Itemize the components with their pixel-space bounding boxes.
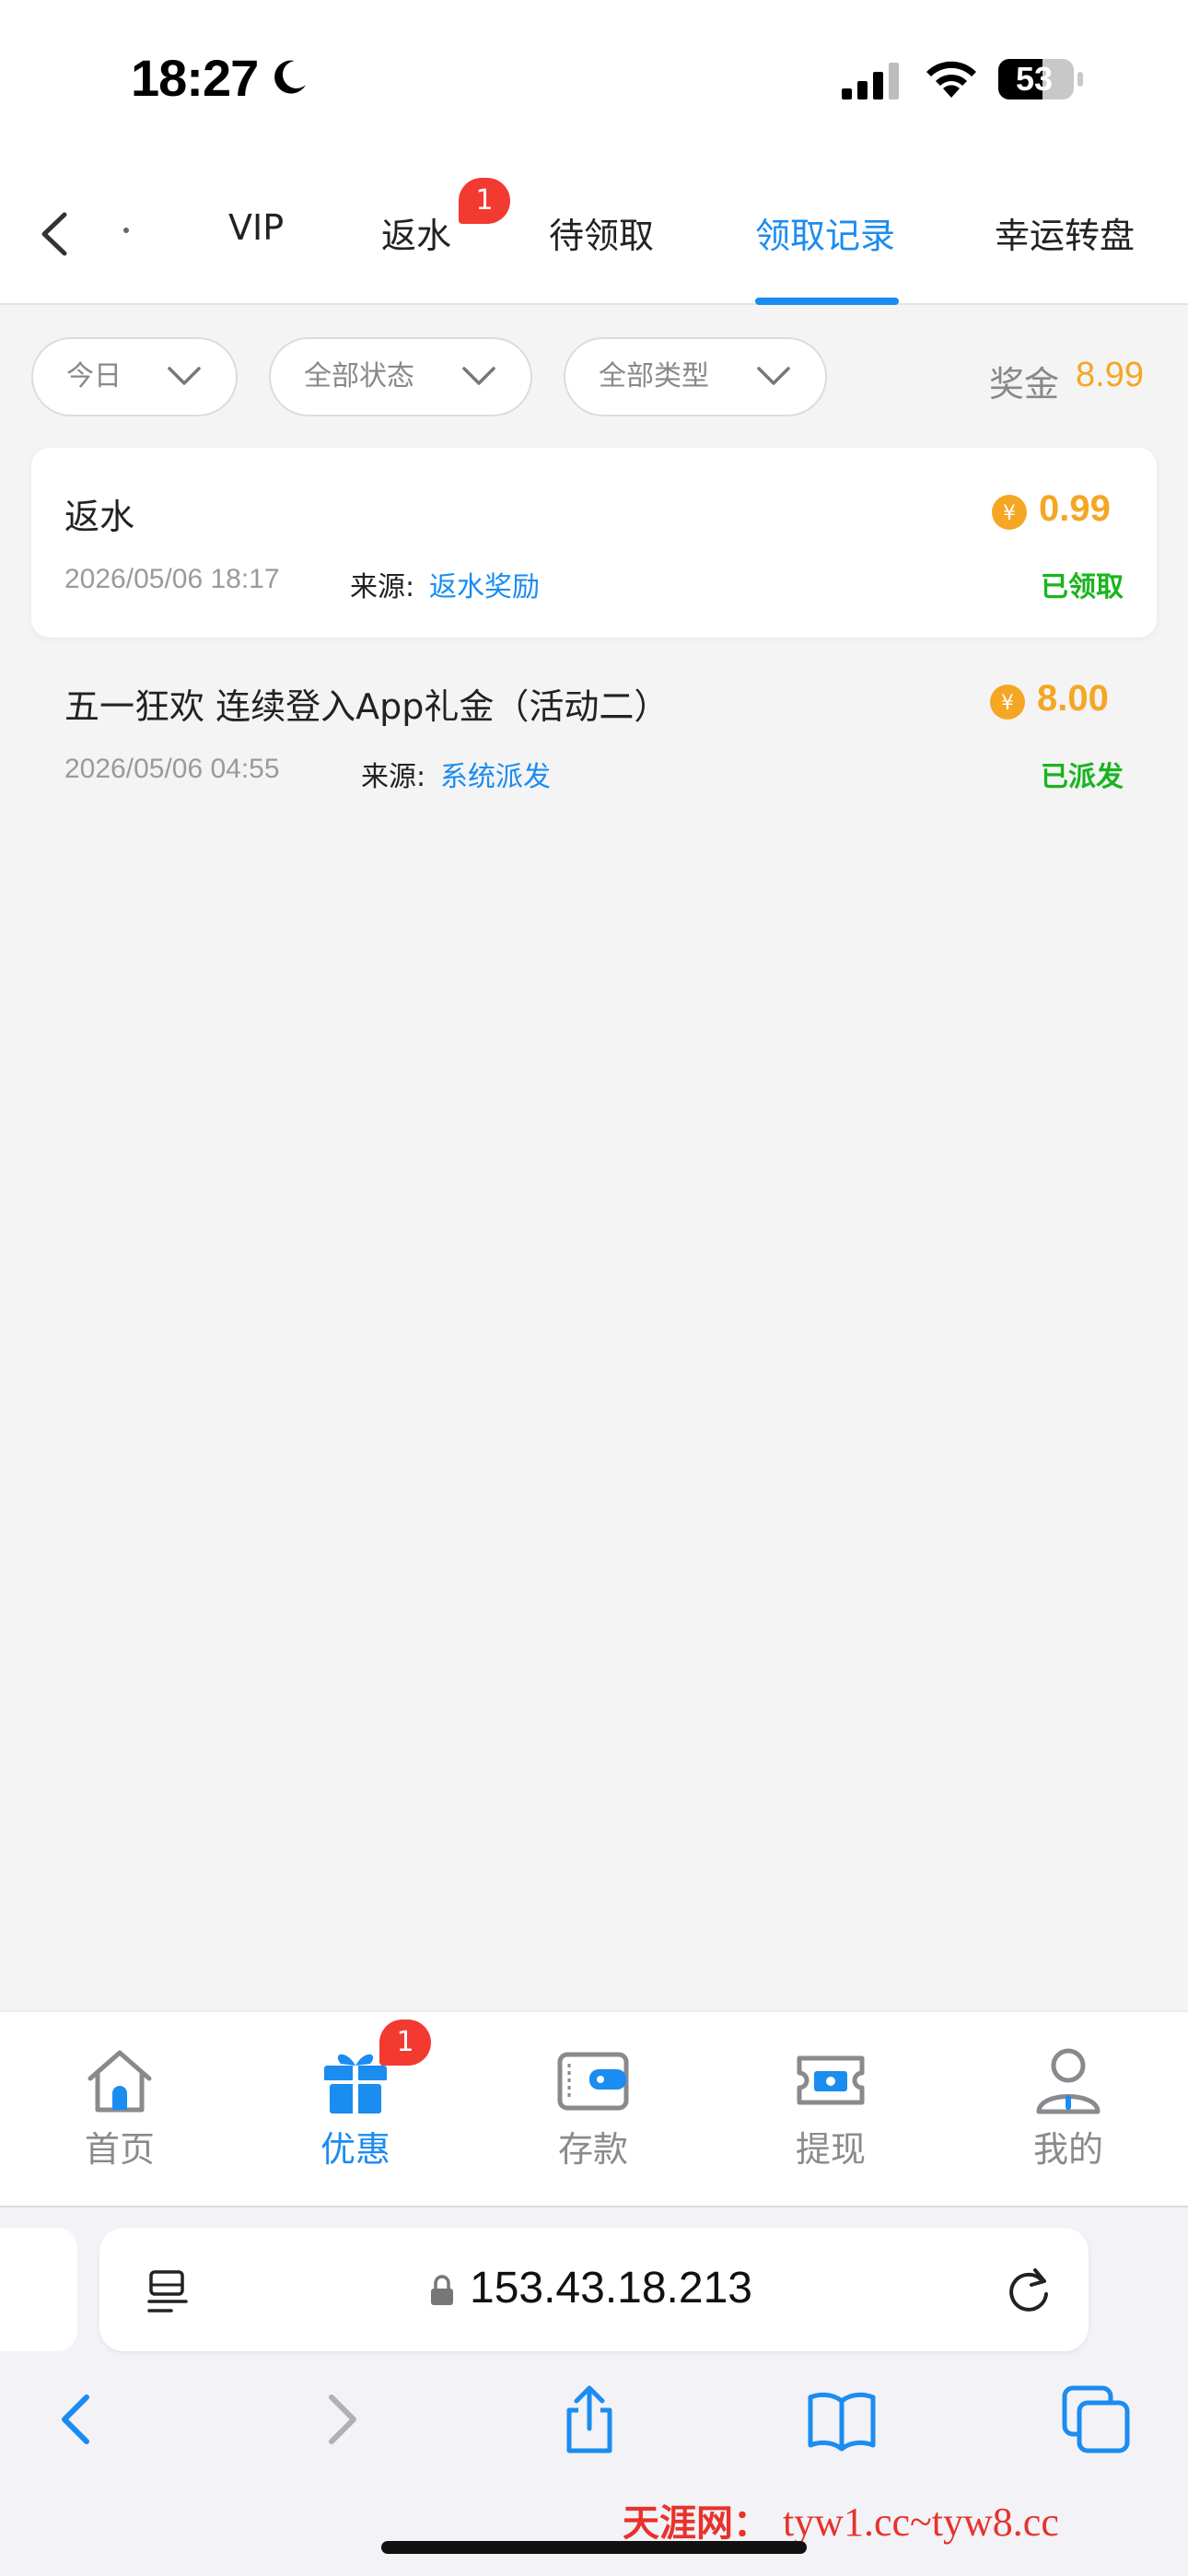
battery-level: 53: [1015, 60, 1054, 98]
nav-profile-label: 我的: [1032, 2129, 1103, 2170]
svg-text:¥: ¥: [1001, 692, 1014, 715]
bottom-nav: 首页 优惠 存款 提现 我的: [0, 2010, 1188, 2207]
record-item[interactable]: 五一狂欢 连续登入App礼金（活动二） ¥ 8.00 2026/05/06 04…: [31, 638, 1157, 827]
nav-home[interactable]: 首页: [37, 2045, 203, 2193]
moon-icon: [274, 60, 306, 94]
watermark: 天涯网： tyw1.cc~tyw8.cc: [623, 2493, 1059, 2547]
tab-claim-records[interactable]: 领取记录: [755, 207, 895, 258]
nav-profile[interactable]: 我的: [985, 2045, 1151, 2193]
tab-rebate[interactable]: 返水: [381, 207, 451, 258]
status-time: 18:27: [131, 49, 259, 107]
tab-bar: VIP 返水 1 待领取 领取记录 幸运转盘: [0, 161, 1188, 305]
nav-deposit[interactable]: 存款: [510, 2045, 676, 2193]
watermark-brand: 天涯网：: [623, 2501, 770, 2545]
record-source-label: 来源:: [350, 571, 415, 603]
bookmarks-icon[interactable]: [807, 2384, 877, 2454]
date-filter-value: 今日: [66, 360, 122, 392]
wallet-icon: [557, 2052, 629, 2111]
tab-vip[interactable]: VIP: [228, 207, 284, 248]
back-button[interactable]: [28, 202, 83, 266]
coin-icon: ¥: [992, 495, 1027, 530]
status-filter-dropdown[interactable]: 全部状态: [269, 337, 532, 416]
record-item[interactable]: 返水 ¥ 0.99 2026/05/06 18:17 来源: 返水奖励 已领取: [31, 448, 1157, 638]
user-icon: [1036, 2048, 1101, 2114]
record-amount: 8.00: [1037, 678, 1109, 719]
tab-active-indicator: [755, 298, 899, 305]
cellular-signal-icon: [842, 63, 899, 100]
nav-withdraw-label: 提现: [795, 2129, 866, 2170]
chevron-down-icon: [757, 367, 790, 385]
type-filter-value: 全部类型: [599, 360, 709, 392]
record-date: 2026/05/06 18:17: [64, 564, 280, 594]
record-amount: 0.99: [1039, 488, 1111, 529]
svg-text:¥: ¥: [1003, 502, 1016, 525]
bonus-label: 奖金: [989, 364, 1060, 404]
home-icon: [87, 2050, 152, 2113]
record-title: 返水: [64, 497, 135, 537]
tab-pending[interactable]: 待领取: [549, 207, 654, 258]
lock-icon: [431, 2275, 453, 2305]
watermark-url: tyw1.cc~tyw8.cc: [782, 2500, 1059, 2545]
browser-forward-icon[interactable]: [304, 2384, 374, 2454]
type-filter-dropdown[interactable]: 全部类型: [564, 337, 827, 416]
tab-scroll-dot: [123, 228, 129, 233]
status-filter-value: 全部状态: [304, 360, 414, 392]
record-date: 2026/05/06 04:55: [64, 754, 280, 784]
ticket-icon: [797, 2055, 865, 2105]
reload-icon[interactable]: [1004, 2265, 1054, 2316]
date-filter-dropdown[interactable]: 今日: [31, 337, 238, 416]
share-icon[interactable]: [554, 2384, 624, 2454]
page-menu-icon[interactable]: [146, 2268, 190, 2314]
tab-rebate-badge: 1: [459, 178, 510, 224]
status-bar: 18:27 53: [0, 0, 1188, 161]
bonus-total: 8.99: [1076, 356, 1144, 394]
nav-withdraw[interactable]: 提现: [748, 2045, 914, 2193]
url-text: 153.43.18.213: [470, 2264, 752, 2313]
home-indicator: [381, 2541, 807, 2554]
record-source-label: 来源:: [361, 761, 426, 793]
chevron-down-icon: [462, 367, 495, 385]
nav-promotions[interactable]: 优惠: [273, 2045, 438, 2193]
nav-deposit-label: 存款: [557, 2129, 628, 2170]
tabs-icon[interactable]: [1061, 2384, 1131, 2454]
address-bar[interactable]: 153.43.18.213: [99, 2228, 1089, 2351]
browser-back-icon[interactable]: [44, 2384, 114, 2454]
chevron-down-icon: [168, 367, 201, 385]
record-status: 已领取: [1041, 571, 1124, 603]
record-title: 五一狂欢 连续登入App礼金（活动二）: [64, 686, 670, 727]
coin-icon: ¥: [990, 685, 1025, 720]
record-source: 返水奖励: [429, 571, 540, 603]
tab-lucky-wheel[interactable]: 幸运转盘: [995, 207, 1135, 258]
previous-tab-preview[interactable]: [0, 2228, 77, 2351]
nav-promotions-label: 优惠: [320, 2129, 390, 2170]
record-source: 系统派发: [440, 761, 551, 793]
nav-promotions-badge: 1: [379, 2020, 431, 2066]
nav-home-label: 首页: [84, 2129, 155, 2170]
record-status: 已派发: [1041, 761, 1124, 793]
wifi-icon: [926, 61, 976, 98]
